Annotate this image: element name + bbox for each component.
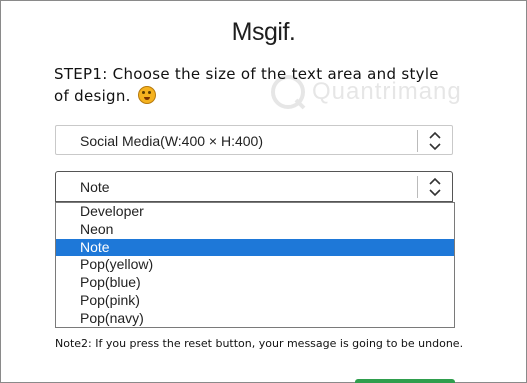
- step1-text: STEP1: Choose the size of the text area …: [54, 65, 439, 105]
- size-select[interactable]: Social Media(W:400 × H:400): [55, 125, 453, 155]
- chevron-updown-icon: [417, 176, 452, 198]
- style-options-list[interactable]: Developer Neon Note Pop(yellow) Pop(blue…: [55, 202, 455, 328]
- style-select-value: Note: [80, 179, 110, 195]
- msgif-logo: Msgif.: [231, 18, 296, 46]
- option-neon[interactable]: Neon: [56, 221, 454, 239]
- option-pop-navy[interactable]: Pop(navy): [56, 310, 454, 328]
- size-select-value: Social Media(W:400 × H:400): [80, 133, 263, 149]
- option-pop-blue[interactable]: Pop(blue): [56, 274, 454, 292]
- option-developer[interactable]: Developer: [56, 203, 454, 221]
- emoji-icon: [137, 86, 156, 104]
- option-pop-yellow[interactable]: Pop(yellow): [56, 256, 454, 274]
- style-select[interactable]: Note: [55, 171, 453, 202]
- step1-instructions: STEP1: Choose the size of the text area …: [54, 63, 454, 107]
- chevron-updown-icon: [417, 130, 452, 152]
- option-pop-pink[interactable]: Pop(pink): [56, 292, 454, 310]
- next-button-partial[interactable]: [355, 379, 455, 383]
- option-note[interactable]: Note: [56, 238, 454, 257]
- note2-text: Note2: If you press the reset button, yo…: [55, 337, 464, 350]
